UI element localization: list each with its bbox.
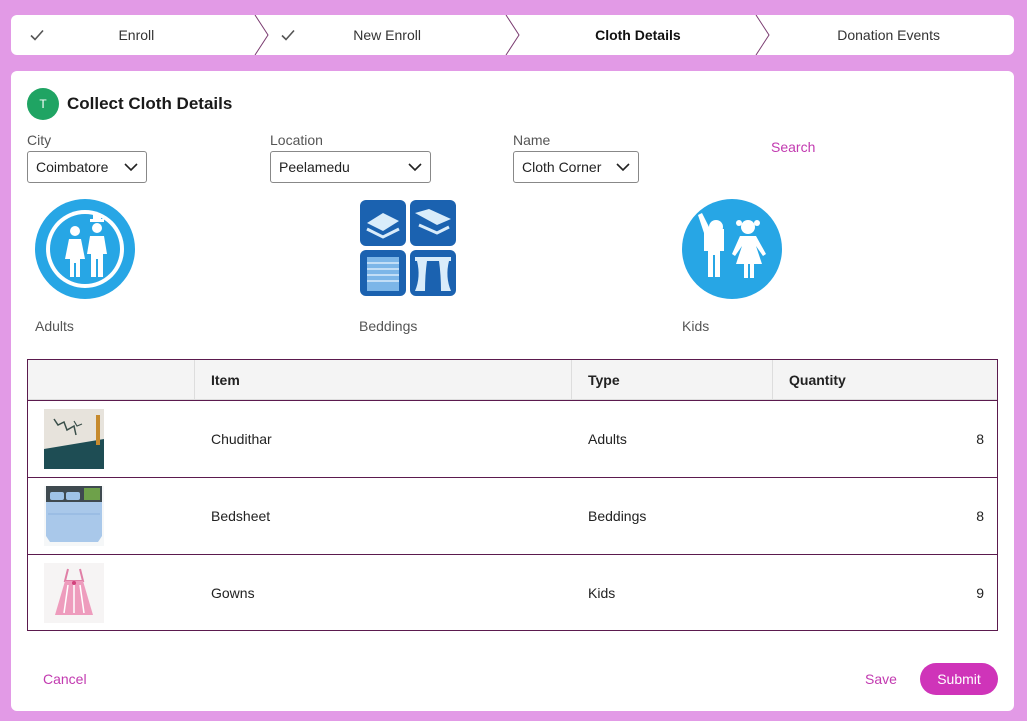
step-cloth-details[interactable]: Cloth Details bbox=[513, 15, 770, 55]
main-card: T Collect Cloth Details City Coimbatore … bbox=[11, 71, 1014, 711]
step-label: New Enroll bbox=[353, 27, 421, 43]
column-header-type[interactable]: Type bbox=[572, 360, 773, 399]
quantity-cell: 9 bbox=[976, 585, 984, 601]
check-icon bbox=[30, 29, 44, 41]
column-header-quantity[interactable]: Quantity bbox=[773, 360, 997, 399]
chevron-down-icon bbox=[408, 163, 422, 172]
item-cell: Bedsheet bbox=[211, 508, 271, 524]
type-cell: Adults bbox=[588, 431, 627, 447]
search-link[interactable]: Search bbox=[771, 139, 815, 155]
beddings-icon bbox=[360, 200, 456, 296]
row-image-cell bbox=[28, 401, 195, 477]
category-label: Kids bbox=[682, 318, 710, 334]
adults-icon bbox=[35, 199, 135, 299]
quantity-cell: 8 bbox=[976, 431, 984, 447]
column-header-image bbox=[28, 360, 195, 399]
table-row[interactable]: Bedsheet Beddings 8 bbox=[28, 477, 997, 554]
city-value: Coimbatore bbox=[36, 159, 109, 175]
chevron-down-icon bbox=[616, 163, 630, 172]
chevron-down-icon bbox=[124, 163, 138, 172]
item-cell: Chudithar bbox=[211, 431, 272, 447]
location-label: Location bbox=[270, 132, 323, 148]
step-label: Enroll bbox=[118, 27, 155, 43]
save-button[interactable]: Save bbox=[865, 671, 897, 687]
submit-button[interactable]: Submit bbox=[920, 663, 998, 695]
step-label: Cloth Details bbox=[595, 27, 681, 43]
name-label: Name bbox=[513, 132, 551, 148]
cloth-table: Item Type Quantity Chudithar Adults 8 Be… bbox=[27, 359, 998, 631]
location-value: Peelamedu bbox=[279, 159, 350, 175]
check-icon bbox=[281, 29, 295, 41]
gown-thumbnail bbox=[44, 563, 104, 623]
category-beddings[interactable]: Beddings bbox=[359, 199, 457, 334]
chevron-separator-icon bbox=[755, 15, 770, 55]
step-donation-events[interactable]: Donation Events bbox=[763, 15, 1014, 55]
kids-icon bbox=[682, 199, 782, 299]
location-field: Location Peelamedu bbox=[270, 132, 431, 183]
row-image-cell bbox=[28, 478, 195, 554]
city-dropdown[interactable]: Coimbatore bbox=[27, 151, 147, 183]
city-field: City Coimbatore bbox=[27, 132, 147, 183]
name-dropdown[interactable]: Cloth Corner bbox=[513, 151, 639, 183]
progress-stepper: Enroll New Enroll Cloth Details Donation… bbox=[11, 15, 1014, 55]
name-value: Cloth Corner bbox=[522, 159, 602, 175]
card-header: T Collect Cloth Details bbox=[27, 88, 232, 120]
item-cell: Gowns bbox=[211, 585, 255, 601]
name-field: Name Cloth Corner bbox=[513, 132, 639, 183]
category-label: Adults bbox=[35, 318, 74, 334]
step-label: Donation Events bbox=[837, 27, 940, 43]
step-new-enroll[interactable]: New Enroll bbox=[262, 15, 520, 55]
row-image-cell bbox=[28, 555, 195, 631]
chevron-separator-icon bbox=[254, 15, 269, 55]
table-row[interactable]: Gowns Kids 9 bbox=[28, 554, 997, 631]
city-label: City bbox=[27, 132, 52, 148]
table-header: Item Type Quantity bbox=[28, 360, 997, 400]
category-adults[interactable]: Adults bbox=[35, 199, 135, 334]
type-cell: Kids bbox=[588, 585, 616, 601]
bedsheet-thumbnail bbox=[44, 486, 104, 546]
quantity-cell: 8 bbox=[976, 508, 984, 524]
avatar: T bbox=[27, 88, 59, 120]
table-row[interactable]: Chudithar Adults 8 bbox=[28, 400, 997, 477]
chevron-separator-icon bbox=[505, 15, 520, 55]
location-dropdown[interactable]: Peelamedu bbox=[270, 151, 431, 183]
category-kids[interactable]: Kids bbox=[682, 199, 782, 334]
chudithar-thumbnail bbox=[44, 409, 104, 469]
category-label: Beddings bbox=[359, 318, 418, 334]
cancel-button[interactable]: Cancel bbox=[43, 671, 87, 687]
page-title: Collect Cloth Details bbox=[67, 94, 233, 113]
column-header-item[interactable]: Item bbox=[195, 360, 572, 399]
type-cell: Beddings bbox=[588, 508, 647, 524]
step-enroll[interactable]: Enroll bbox=[11, 15, 269, 55]
